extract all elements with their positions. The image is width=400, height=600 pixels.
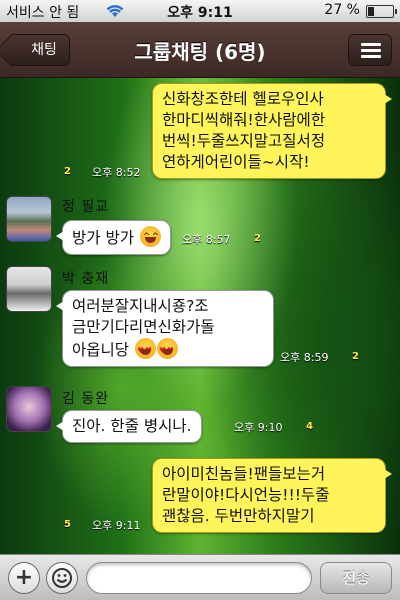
input-bar: + 전송 xyxy=(0,554,400,600)
heart-eyes-emoji-icon xyxy=(134,338,156,361)
add-button[interactable]: + xyxy=(8,562,40,594)
heart-eyes-emoji-icon xyxy=(156,338,178,361)
chat-area[interactable]: 신화창조한테 헬로우인사 한마디씩해줘!한사람에한 번씩!두줄쓰지말고질서정 연… xyxy=(0,78,400,554)
message-line: 괜찮음. 두번만하지말기 xyxy=(162,507,315,525)
message-line: 란말이야!다시언능!!!두줄 xyxy=(162,486,330,504)
message-line: 한마디씩해줘!한사람에한 xyxy=(162,111,326,129)
grin-emoji-icon xyxy=(139,226,161,248)
nav-bar: 채팅 그룹채팅 (6명) xyxy=(0,22,400,78)
battery-icon xyxy=(366,5,397,18)
message-time: 오후 8:59 xyxy=(280,351,329,364)
page-title: 그룹채팅 (6명) xyxy=(134,40,266,64)
unread-count: 4 xyxy=(306,421,313,432)
sender-name: 박 충재 xyxy=(62,271,110,287)
their-message-bubble[interactable]: 방가 방가 xyxy=(56,220,171,255)
message-time: 오후 8:57 xyxy=(182,233,231,246)
send-button[interactable]: 전송 xyxy=(320,562,392,594)
message-line: 번씩!두줄쓰지말고질서정 xyxy=(162,132,326,150)
my-message-bubble[interactable]: 신화창조한테 헬로우인사 한마디씩해줘!한사람에한 번씩!두줄쓰지말고질서정 연… xyxy=(152,83,392,179)
message-line: 신화창조한테 헬로우인사 xyxy=(162,90,324,108)
their-message-bubble[interactable]: 진아. 한줄 병시나. xyxy=(56,410,202,443)
message-time: 오후 8:52 xyxy=(92,166,141,179)
battery-percent: 27 % xyxy=(324,2,360,18)
message-time: 오후 9:10 xyxy=(234,421,283,434)
sender-name: 정 필교 xyxy=(62,199,110,215)
avatar[interactable] xyxy=(6,196,52,242)
menu-button[interactable] xyxy=(348,34,392,66)
unread-count: 2 xyxy=(352,351,359,362)
message-line: 여러분잘지내시죵?조 xyxy=(72,297,209,315)
plus-icon: + xyxy=(14,565,34,590)
sender-name: 김 동완 xyxy=(62,391,110,407)
message-line: 금만기다리면신화가돌 xyxy=(72,318,215,336)
message-line: 아옵니당 xyxy=(72,341,130,359)
emoticon-button[interactable] xyxy=(46,562,78,594)
unread-count: 2 xyxy=(64,166,71,177)
message-line: 진아. 한줄 병시나. xyxy=(72,417,192,435)
message-input[interactable] xyxy=(86,562,312,594)
status-bar: 서비스 안 됨 오후 9:11 27 % xyxy=(0,0,400,22)
message-line: 방가 방가 xyxy=(72,229,134,247)
message-time: 오후 9:11 xyxy=(92,519,141,532)
unread-count: 5 xyxy=(64,519,71,530)
avatar[interactable] xyxy=(6,266,52,312)
their-message-bubble[interactable]: 여러분잘지내시죵?조 금만기다리면신화가돌 아옵니당 xyxy=(56,290,274,367)
my-message-bubble[interactable]: 아이미친놈들!팬들보는거 란말이야!다시언능!!!두줄 괜찮음. 두번만하지말기 xyxy=(152,458,392,533)
avatar[interactable] xyxy=(6,386,52,432)
smiley-icon xyxy=(52,568,72,588)
message-line: 아이미친놈들!팬들보는거 xyxy=(162,465,326,483)
message-line: 연하게어린이들~시작! xyxy=(162,153,310,171)
unread-count: 2 xyxy=(254,233,261,244)
